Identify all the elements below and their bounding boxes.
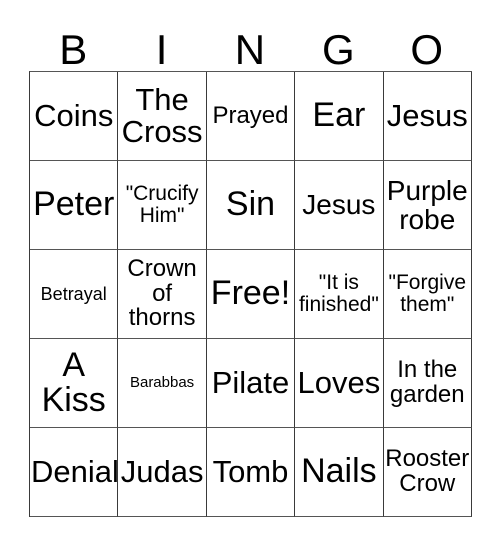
- bingo-cell[interactable]: Barabbas: [118, 339, 207, 428]
- bingo-cell[interactable]: Judas: [118, 428, 207, 517]
- bingo-cell-label: Crown of thorns: [127, 254, 197, 332]
- bingo-cell-label: Purple robe: [386, 174, 468, 235]
- bingo-cell[interactable]: Ear: [295, 72, 384, 161]
- bingo-row: Denial Judas Tomb Nails Rooster Crow: [30, 428, 472, 517]
- bingo-cell-label: "Forgive them": [388, 271, 466, 316]
- bingo-cell-label: Loves: [297, 364, 381, 400]
- bingo-cell[interactable]: Pilate: [206, 339, 296, 428]
- bingo-cell[interactable]: "Crucify Him": [118, 161, 207, 250]
- bingo-cell-free[interactable]: Free!: [206, 250, 296, 339]
- bingo-row: Peter "Crucify Him" Sin Jesus Purple rob…: [30, 161, 472, 250]
- bingo-cell[interactable]: In the garden: [383, 339, 472, 428]
- bingo-cell[interactable]: The Cross: [118, 72, 207, 161]
- bingo-cell-label: Rooster Crow: [385, 445, 470, 497]
- bingo-cell-label: Judas: [120, 453, 204, 489]
- bingo-cell-label: In the garden: [389, 356, 465, 408]
- header-letter-n: N: [234, 26, 266, 73]
- header-letter-i: I: [155, 26, 168, 73]
- bingo-cell-label: "It is finished": [298, 271, 379, 316]
- bingo-cell-label: Free!: [210, 274, 291, 313]
- bingo-cell-label: Pilate: [211, 364, 290, 400]
- bingo-cell-label: Betrayal: [40, 283, 107, 304]
- bingo-cell-label: "Crucify Him": [125, 182, 199, 227]
- bingo-header-row: B I N G O: [29, 12, 471, 71]
- bingo-cell-label: Nails: [301, 452, 377, 491]
- bingo-cell-label: Jesus: [302, 189, 376, 221]
- bingo-cell[interactable]: Crown of thorns: [118, 250, 207, 339]
- bingo-cell[interactable]: Rooster Crow: [383, 428, 472, 517]
- bingo-cell-label: A Kiss: [41, 345, 106, 419]
- bingo-cell[interactable]: Nails: [295, 428, 384, 517]
- bingo-cell[interactable]: Jesus: [383, 72, 472, 161]
- bingo-cell[interactable]: Purple robe: [383, 161, 472, 250]
- bingo-cell-label: Barabbas: [129, 374, 195, 392]
- bingo-cell[interactable]: Betrayal: [30, 250, 119, 339]
- header-letter-o: O: [410, 26, 444, 73]
- bingo-cell-label: Denial: [31, 453, 119, 489]
- bingo-cell[interactable]: Coins: [30, 72, 119, 161]
- bingo-cell[interactable]: "It is finished": [295, 250, 384, 339]
- bingo-cell[interactable]: A Kiss: [30, 339, 119, 428]
- bingo-cell[interactable]: Prayed: [206, 72, 296, 161]
- bingo-cell-label: Ear: [312, 96, 366, 135]
- bingo-row: Betrayal Crown of thorns Free! "It is fi…: [30, 250, 472, 339]
- bingo-cell[interactable]: Denial: [30, 428, 119, 517]
- bingo-cell-label: Prayed: [212, 101, 289, 129]
- bingo-cell-label: Tomb: [212, 453, 289, 489]
- bingo-cell-label: Peter: [33, 185, 115, 224]
- bingo-cell[interactable]: Tomb: [206, 428, 296, 517]
- bingo-cell-label: Sin: [225, 185, 276, 224]
- bingo-cell[interactable]: Loves: [295, 339, 384, 428]
- header-letter-g: G: [322, 26, 355, 73]
- bingo-cell-label: Jesus: [386, 97, 468, 133]
- header-letter-b: B: [59, 26, 88, 73]
- bingo-cell[interactable]: Jesus: [295, 161, 384, 250]
- bingo-cell-label: Coins: [34, 97, 114, 133]
- bingo-row: A Kiss Barabbas Pilate Loves In the gard…: [30, 339, 472, 428]
- bingo-cell[interactable]: Peter: [30, 161, 119, 250]
- bingo-card: B I N G O Coins The Cross Prayed Ear Jes…: [29, 12, 472, 517]
- bingo-cell[interactable]: Sin: [206, 161, 296, 250]
- bingo-row: Coins The Cross Prayed Ear Jesus: [30, 72, 472, 161]
- bingo-cell[interactable]: "Forgive them": [383, 250, 472, 339]
- bingo-grid: Coins The Cross Prayed Ear Jesus Peter "…: [29, 71, 472, 517]
- bingo-cell-label: The Cross: [121, 81, 203, 149]
